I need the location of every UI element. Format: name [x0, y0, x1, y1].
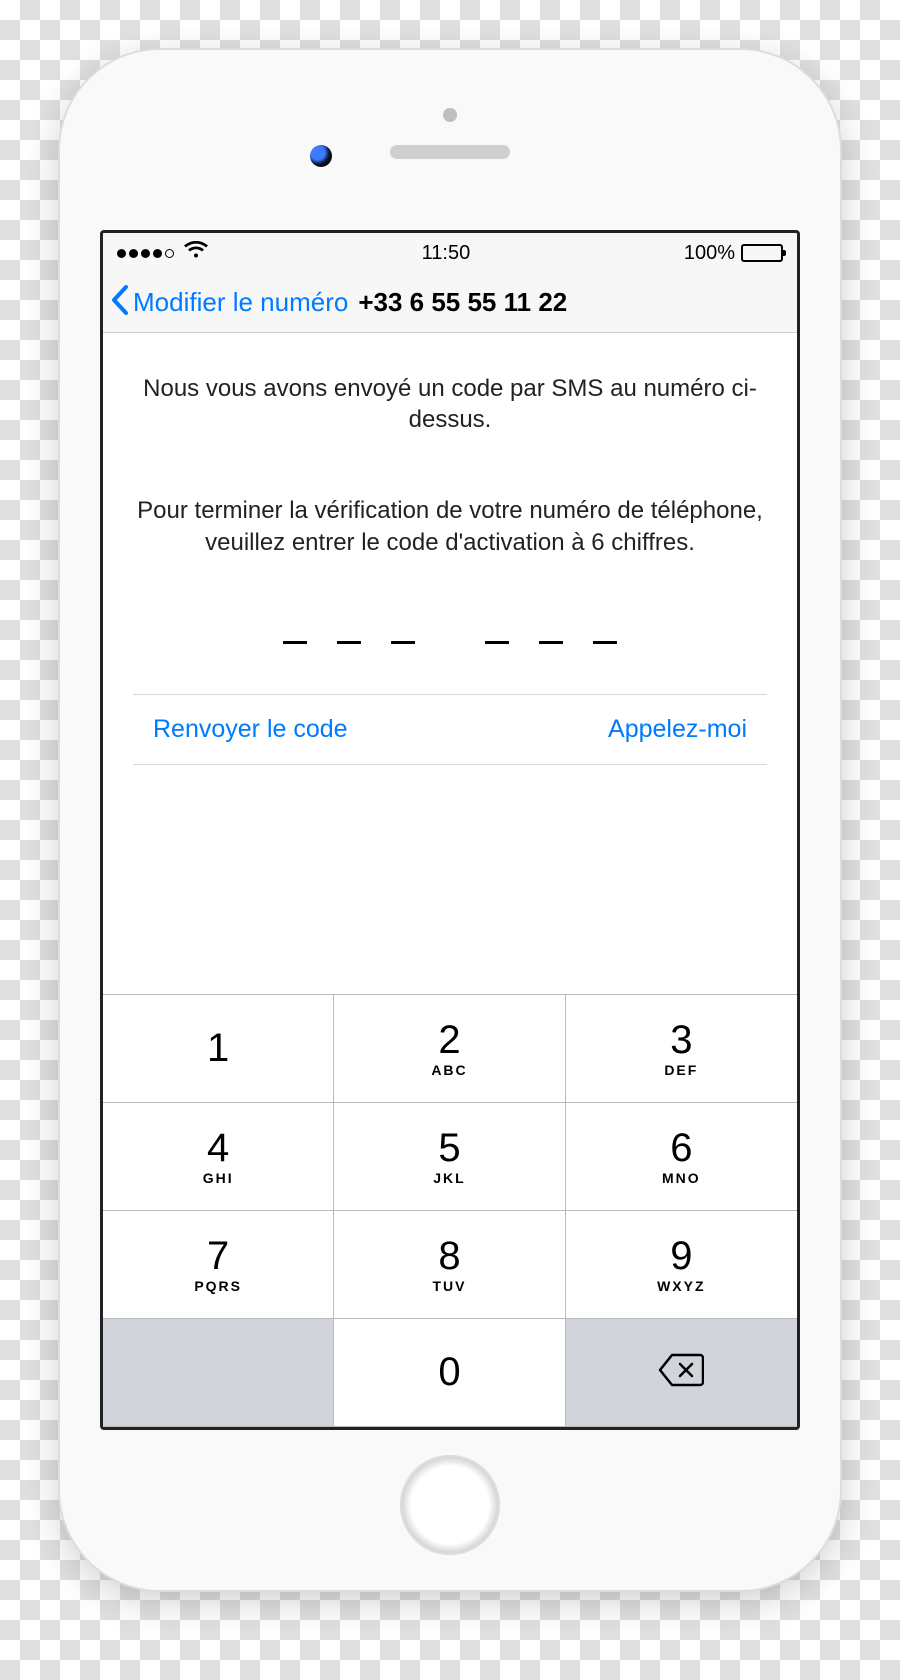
keypad-digit: 9 — [670, 1236, 692, 1276]
back-button[interactable]: Modifier le numéro — [133, 287, 348, 318]
keypad-digit: 8 — [438, 1236, 460, 1276]
signal-icon — [117, 249, 174, 258]
nav-title: +33 6 55 55 11 22 — [358, 287, 567, 318]
front-camera — [310, 145, 332, 167]
code-digit-2[interactable] — [337, 638, 361, 644]
keypad-letters: WXYZ — [657, 1278, 705, 1294]
status-left — [117, 241, 208, 265]
back-chevron-icon[interactable] — [111, 285, 129, 320]
keypad-6[interactable]: 6 MNO — [566, 1103, 797, 1211]
keypad-4[interactable]: 4 GHI — [103, 1103, 334, 1211]
keypad-letters: DEF — [664, 1062, 698, 1078]
keypad-0[interactable]: 0 — [334, 1319, 565, 1427]
keypad-2[interactable]: 2 ABC — [334, 995, 565, 1103]
sensor-dot — [443, 108, 457, 122]
numeric-keypad: 1 2 ABC 3 DEF 4 GHI 5 J — [103, 994, 797, 1427]
keypad-letters: GHI — [203, 1170, 234, 1186]
battery-pct: 100% — [684, 242, 735, 265]
keypad-blank — [103, 1319, 334, 1427]
status-time: 11:50 — [422, 242, 471, 265]
keypad-9[interactable]: 9 WXYZ — [566, 1211, 797, 1319]
keypad-backspace[interactable] — [566, 1319, 797, 1427]
content-area: Nous vous avons envoyé un code par SMS a… — [103, 333, 797, 994]
action-row: Renvoyer le code Appelez-moi — [133, 694, 767, 765]
screen: 11:50 100% Modifier le numéro +33 6 55 5… — [100, 230, 800, 1430]
status-right: 100% — [684, 242, 783, 265]
battery-icon — [741, 244, 783, 262]
phone-frame: 11:50 100% Modifier le numéro +33 6 55 5… — [60, 50, 840, 1590]
keypad-digit: 4 — [207, 1128, 229, 1168]
keypad-digit: 5 — [438, 1128, 460, 1168]
keypad-letters: ABC — [431, 1062, 467, 1078]
home-button[interactable] — [400, 1455, 500, 1555]
keypad-8[interactable]: 8 TUV — [334, 1211, 565, 1319]
keypad-digit: 1 — [207, 1028, 229, 1068]
nav-bar: Modifier le numéro +33 6 55 55 11 22 — [103, 273, 797, 333]
code-digit-6[interactable] — [593, 638, 617, 644]
keypad-3[interactable]: 3 DEF — [566, 995, 797, 1103]
wifi-icon — [184, 241, 208, 265]
keypad-letters: TUV — [432, 1278, 466, 1294]
backspace-icon — [658, 1353, 704, 1392]
keypad-digit: 3 — [670, 1020, 692, 1060]
code-digit-5[interactable] — [539, 638, 563, 644]
keypad-letters: PQRS — [194, 1278, 242, 1294]
keypad-1[interactable]: 1 — [103, 995, 334, 1103]
code-input[interactable] — [133, 638, 767, 644]
keypad-5[interactable]: 5 JKL — [334, 1103, 565, 1211]
call-me-link[interactable]: Appelez-moi — [608, 715, 747, 744]
keypad-digit: 2 — [438, 1020, 460, 1060]
keypad-digit: 7 — [207, 1236, 229, 1276]
code-digit-3[interactable] — [391, 638, 415, 644]
code-digit-4[interactable] — [485, 638, 509, 644]
keypad-letters: MNO — [662, 1170, 701, 1186]
keypad-7[interactable]: 7 PQRS — [103, 1211, 334, 1319]
code-digit-1[interactable] — [283, 638, 307, 644]
info-text-2: Pour terminer la vérification de votre n… — [133, 495, 767, 557]
info-text-1: Nous vous avons envoyé un code par SMS a… — [133, 373, 767, 435]
resend-code-link[interactable]: Renvoyer le code — [153, 715, 348, 744]
keypad-letters: JKL — [433, 1170, 465, 1186]
keypad-digit: 6 — [670, 1128, 692, 1168]
status-bar: 11:50 100% — [103, 233, 797, 273]
keypad-digit: 0 — [438, 1352, 460, 1392]
